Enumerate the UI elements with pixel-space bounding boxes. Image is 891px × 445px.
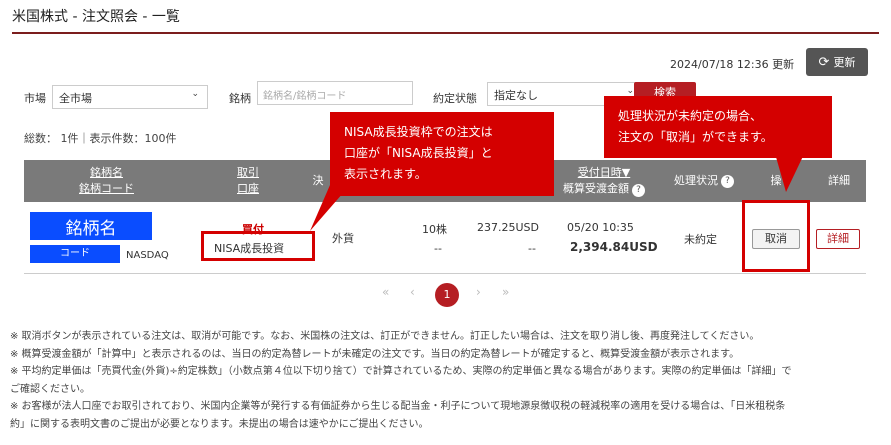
detail-button[interactable]: 詳細 <box>816 229 860 249</box>
notes: ※ 取消ボタンが表示されている注文は、取消が可能です。なお、米国株の注文は、訂正… <box>10 328 880 433</box>
stock-name[interactable]: 銘柄名 <box>30 212 152 240</box>
refresh-label: 更新 <box>833 56 856 69</box>
quantity: 10株 <box>422 223 447 236</box>
callout-cancel: 処理状況が未約定の場合、 注文の「取消」ができます。 <box>604 96 832 158</box>
note-line: ※ 概算受渡金額が「計算中」と表示されるのは、当日の約定為替レートが未確定の注文… <box>10 348 740 360</box>
callout-nisa-line: 表示されます。 <box>344 167 427 181</box>
header-status-label: 処理状況 <box>674 174 718 187</box>
estimated-amount: 2,394.84USD <box>570 240 658 254</box>
page-title: 米国株式 - 注文照会 - 一覧 <box>12 9 180 25</box>
cancel-highlight <box>742 200 810 272</box>
chevron-down-icon: ⌄ <box>191 89 199 99</box>
title-divider <box>12 32 879 34</box>
note-line: 約」に関する表明文書のご提出が必要となります。未提出の場合は速やかにご提出くださ… <box>10 418 429 430</box>
executed-price: -- <box>528 242 536 255</box>
callout-cancel-line: 処理状況が未約定の場合、 <box>618 109 763 123</box>
account-highlight <box>201 231 315 261</box>
market-label: 市場 <box>24 92 46 105</box>
symbol-input[interactable]: 銘柄名/銘柄コード <box>257 81 413 105</box>
help-icon[interactable]: ? <box>632 184 645 197</box>
note-line: ご確認ください。 <box>10 383 90 395</box>
header-code-label: 銘柄コード <box>79 182 134 195</box>
pagination-first[interactable]: « <box>382 285 389 299</box>
symbol-placeholder: 銘柄名/銘柄コード <box>263 91 347 102</box>
header-status: 処理状況? <box>664 160 744 202</box>
pagination-current[interactable]: 1 <box>435 283 459 307</box>
callout-cancel-line: 注文の「取消」ができます。 <box>618 130 773 144</box>
note-line: ※ お客様が法人口座でお取引されており、米国内企業等が発行する有価証券から生じる… <box>10 401 786 412</box>
chevron-down-icon: ⌄ <box>626 86 634 96</box>
header-estimate-label: 概算受渡金額 <box>563 182 629 195</box>
market-value: 全市場 <box>59 92 92 105</box>
stock-code: コード <box>30 245 120 263</box>
order-price: 237.25USD <box>477 221 539 234</box>
symbol-label: 銘柄 <box>229 92 251 105</box>
help-icon[interactable]: ? <box>721 174 734 188</box>
header-name-label: 銘柄名 <box>90 166 123 179</box>
status-value: 指定なし <box>494 89 538 102</box>
header-detail: 詳細 <box>828 174 850 187</box>
order-status: 未約定 <box>684 233 717 246</box>
header-received-label: 受付日時▼ <box>577 166 631 179</box>
pagination-last[interactable]: » <box>502 285 509 299</box>
callout-nisa-line: NISA成長投資枠での注文は <box>344 125 493 139</box>
refresh-button[interactable]: ⟳ 更新 <box>806 48 868 76</box>
market-name: NASDAQ <box>126 250 169 261</box>
header-trade[interactable]: 取引 口座 <box>189 160 307 202</box>
callout-nisa-line: 口座が「NISA成長投資」と <box>344 146 493 160</box>
note-line: ※ 平均約定単価は「売買代金(外貨)÷約定株数」（小数点第４位以下切り捨て）で計… <box>10 366 792 377</box>
market-select[interactable]: 全市場 ⌄ <box>52 85 208 109</box>
header-trade-label: 取引 <box>237 166 259 179</box>
header-account-label: 口座 <box>237 182 259 195</box>
status-label: 約定状態 <box>433 92 477 105</box>
last-updated: 2024/07/18 12:36 更新 <box>670 58 795 71</box>
header-received[interactable]: 受付日時▼ 概算受渡金額? <box>544 160 664 202</box>
pagination-next[interactable]: › <box>476 285 481 299</box>
note-line: ※ 取消ボタンが表示されている注文は、取消が可能です。なお、米国株の注文は、訂正… <box>10 331 760 342</box>
callout-nisa: NISA成長投資枠での注文は 口座が「NISA成長投資」と 表示されます。 <box>330 112 554 196</box>
pagination-prev[interactable]: ‹ <box>410 285 415 299</box>
refresh-icon: ⟳ <box>818 54 830 70</box>
result-count: 総数： 1件｜表示件数：100件 <box>24 132 177 145</box>
header-name[interactable]: 銘柄名 銘柄コード <box>24 160 189 202</box>
received-datetime: 05/20 10:35 <box>567 221 634 234</box>
executed-quantity: -- <box>434 242 442 255</box>
